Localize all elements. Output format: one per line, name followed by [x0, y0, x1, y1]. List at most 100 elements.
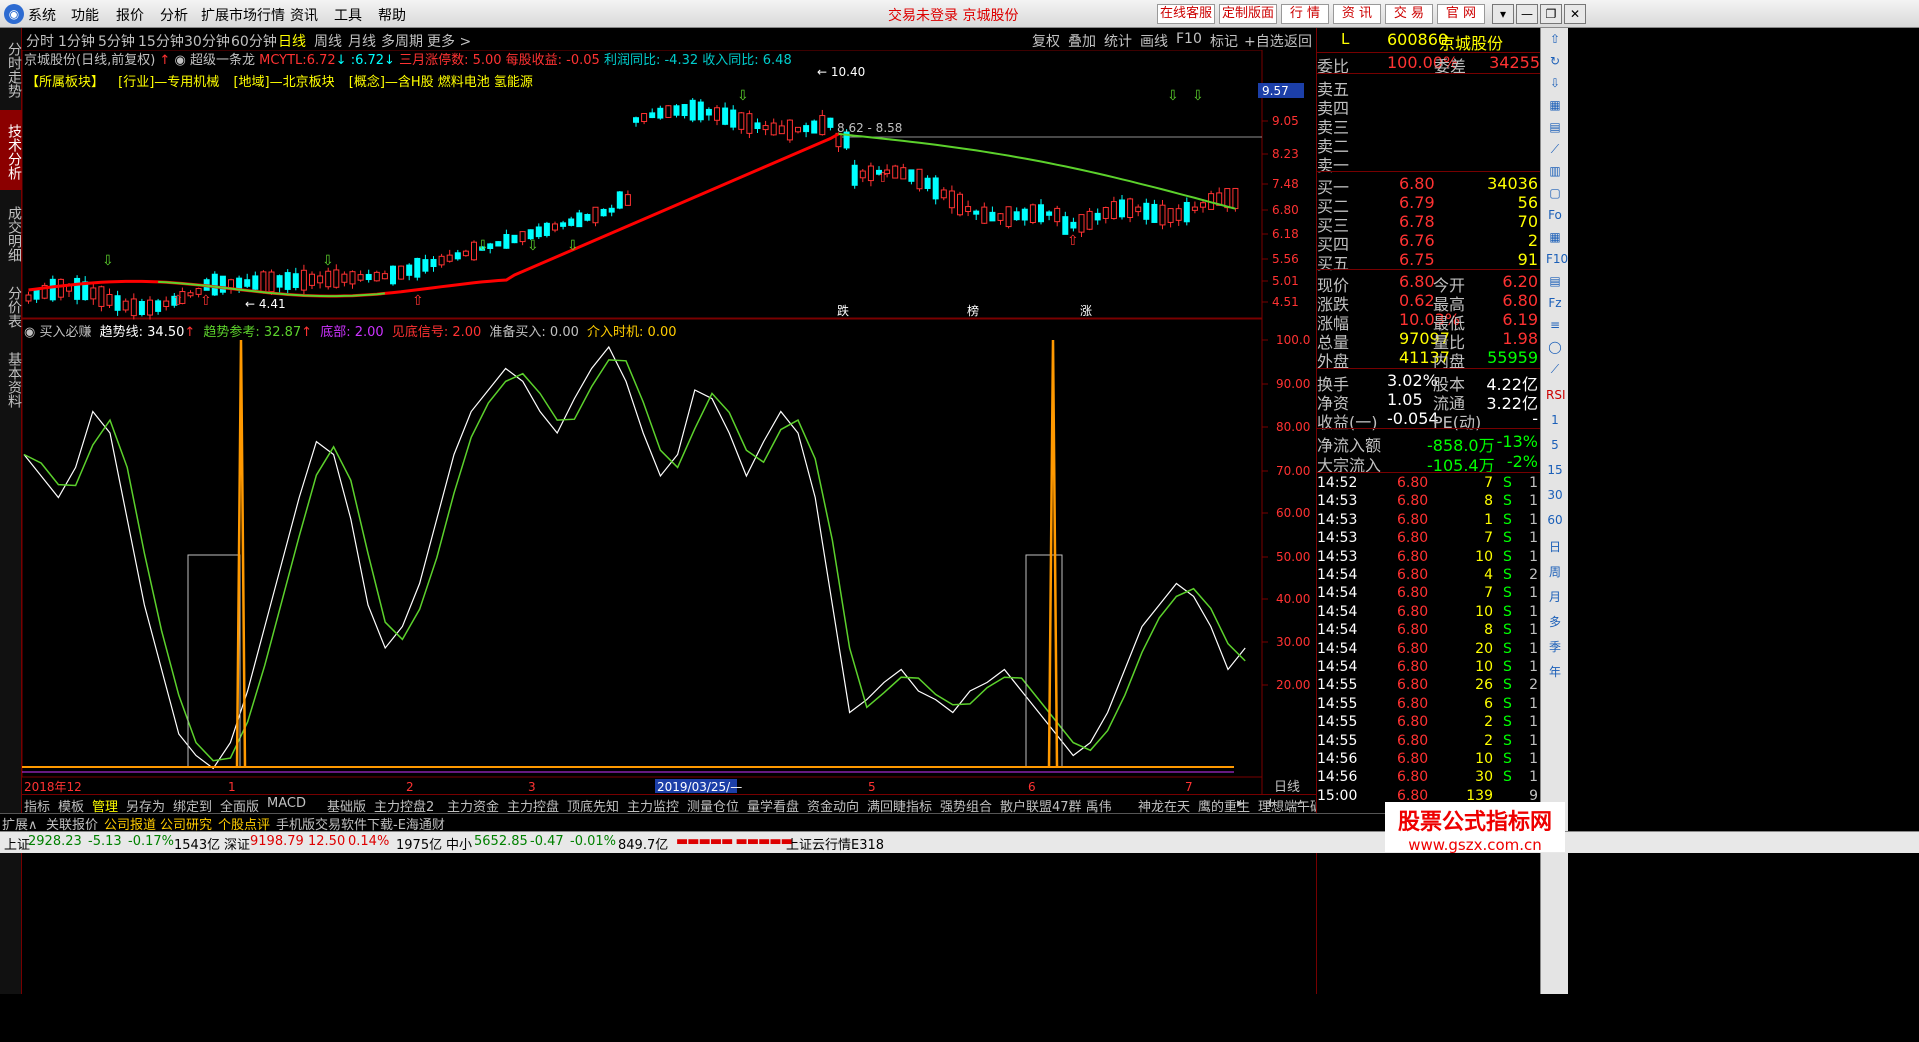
app-logo-icon[interactable]: ◉	[4, 4, 24, 24]
candle-body	[471, 241, 477, 261]
event-marker[interactable]: 跌	[837, 303, 849, 318]
sector-region[interactable]: [地域]—北京板块	[233, 75, 334, 90]
tab-fundamentals[interactable]: 基本资料	[0, 338, 22, 418]
tool-add-watchlist[interactable]: +自选	[1244, 31, 1284, 51]
tool-draw-line[interactable]: 画线	[1140, 31, 1168, 51]
tool-overlay[interactable]: 叠加	[1068, 31, 1096, 51]
period-monthly[interactable]: 月线	[348, 31, 376, 51]
refresh-icon[interactable]: ↻	[1546, 54, 1564, 70]
period-shortcut[interactable]: 1	[1546, 413, 1564, 429]
period-30min[interactable]: 30分钟	[184, 31, 230, 51]
period-shortcut[interactable]: 5	[1546, 438, 1564, 454]
indicator-name[interactable]: 超级一条龙	[190, 53, 255, 68]
add-tab-icon[interactable]: +	[1265, 796, 1276, 811]
tool-f10[interactable]: F10	[1176, 31, 1202, 47]
sh-index-label[interactable]: 上证	[4, 834, 30, 853]
page-icon[interactable]: ▢	[1546, 186, 1564, 202]
table-icon[interactable]: ▤	[1546, 120, 1564, 136]
custom-layout-button[interactable]: 定制版面	[1219, 4, 1277, 24]
fund-icon[interactable]: Fo	[1546, 208, 1564, 224]
menu-analysis[interactable]: 分析	[160, 5, 188, 25]
candle-body	[1159, 204, 1166, 226]
restore-icon[interactable]: ❐	[1540, 4, 1562, 24]
menu-tools[interactable]: 工具	[334, 5, 362, 25]
zx-index-label[interactable]: 中小	[446, 834, 472, 853]
tool-restore-rights[interactable]: 复权	[1032, 31, 1060, 51]
period-shortcut[interactable]: 年	[1546, 663, 1564, 679]
x-axis-period: 日线	[1274, 780, 1300, 794]
settings-dot-icon[interactable]: ◉	[24, 325, 35, 340]
official-site-button[interactable]: 官 网	[1437, 4, 1485, 24]
tab-technical[interactable]: 技术分析	[0, 110, 22, 190]
period-intraday[interactable]: 分时	[26, 31, 54, 51]
period-shortcut[interactable]: 60	[1546, 513, 1564, 529]
period-shortcut[interactable]: 日	[1546, 538, 1564, 554]
fz-icon[interactable]: Fz	[1546, 296, 1564, 312]
tab-intraday[interactable]: 分时走势	[0, 28, 22, 108]
period-shortcut[interactable]: 月	[1546, 588, 1564, 604]
period-shortcut[interactable]: 季	[1546, 638, 1564, 654]
tab-price-table[interactable]: 分价表	[0, 274, 22, 336]
tick-price: 6.80	[1397, 677, 1429, 694]
tab-trade-detail[interactable]: 成交明细	[0, 192, 22, 272]
period-shortcut[interactable]: 30	[1546, 488, 1564, 504]
tool-back[interactable]: 返回	[1284, 31, 1312, 51]
period-shortcut[interactable]: 15	[1546, 463, 1564, 479]
period-shortcut[interactable]: RSI	[1546, 388, 1566, 404]
calendar-icon[interactable]: ▦	[1546, 230, 1564, 246]
remove-tab-icon[interactable]: −	[1293, 796, 1304, 811]
period-more[interactable]: 更多 >	[427, 31, 471, 51]
menu-quote[interactable]: 报价	[116, 5, 144, 25]
period-shortcut[interactable]: 多	[1546, 613, 1564, 629]
event-marker[interactable]: 涨	[1080, 303, 1092, 318]
chart-area[interactable]: 9.57 9.05 8.23 7.48 6.80 6.18 5.56 5.01 4.51 ← 10…	[22, 50, 1316, 794]
event-marker[interactable]: 榜	[967, 303, 979, 318]
circle-icon[interactable]: ◯	[1546, 340, 1564, 356]
menu-extended-market[interactable]: 扩展市场行情	[201, 5, 285, 25]
dropdown-icon[interactable]: ▾	[1492, 4, 1514, 24]
close-icon[interactable]: ✕	[1564, 4, 1586, 24]
tick-time: 14:54	[1317, 567, 1358, 583]
sub-indicator-name[interactable]: 买入必赚	[39, 325, 91, 340]
bid-price: 6.75	[1399, 250, 1435, 269]
menu-help[interactable]: 帮助	[378, 5, 406, 25]
sector-industry[interactable]: [行业]—专用机械	[118, 75, 219, 90]
period-1min[interactable]: 1分钟	[58, 31, 95, 51]
period-shortcut[interactable]: 周	[1546, 563, 1564, 579]
tab-scroll-icon[interactable]: ▸	[1237, 796, 1244, 811]
period-weekly[interactable]: 周线	[314, 31, 342, 51]
sz-index-label[interactable]: 深证	[224, 834, 250, 853]
document-icon[interactable]: ▤	[1546, 274, 1564, 290]
online-service-button[interactable]: 在线客服	[1157, 4, 1215, 24]
period-daily[interactable]: 日线	[278, 31, 306, 51]
sector-concept[interactable]: [概念]—含H股 燃料电池 氢能源	[349, 75, 533, 90]
menu-system[interactable]: 系统	[28, 5, 56, 25]
settings-dot-icon[interactable]: ◉	[174, 53, 185, 68]
period-5min[interactable]: 5分钟	[98, 31, 135, 51]
f10-icon[interactable]: F10	[1546, 252, 1568, 268]
list-icon[interactable]: ≡	[1546, 318, 1564, 334]
minimize-icon[interactable]: —	[1516, 4, 1538, 24]
trade-button[interactable]: 交 易	[1385, 4, 1433, 24]
up-arrow-icon[interactable]: ⇧	[1546, 32, 1564, 48]
indicator-tab[interactable]: MACD	[267, 796, 306, 811]
menu-function[interactable]: 功能	[71, 5, 99, 25]
tick-volume: 26	[1475, 677, 1493, 694]
menu-news[interactable]: 资讯	[290, 5, 318, 25]
chart-icon[interactable]: ⟋	[1546, 142, 1564, 158]
sub-y-tick-label: 100.0	[1276, 333, 1310, 347]
period-60min[interactable]: 60分钟	[231, 31, 277, 51]
news-button[interactable]: 资 讯	[1333, 4, 1381, 24]
candlestick-icon[interactable]: ▥	[1546, 164, 1564, 180]
tool-mark[interactable]: 标记	[1210, 31, 1238, 51]
cloud-quote-status[interactable]: 上证云行情E318	[786, 834, 884, 853]
grid-icon[interactable]: ▦	[1546, 98, 1564, 114]
candle-body	[932, 177, 939, 200]
period-15min[interactable]: 15分钟	[138, 31, 184, 51]
candle-body	[1135, 206, 1142, 213]
market-button[interactable]: 行 情	[1281, 4, 1329, 24]
down-arrow-icon[interactable]: ⇩	[1546, 76, 1564, 92]
tool-statistics[interactable]: 统计	[1104, 31, 1132, 51]
period-multi[interactable]: 多周期	[381, 31, 423, 51]
line-icon[interactable]: ⟋	[1546, 362, 1564, 378]
